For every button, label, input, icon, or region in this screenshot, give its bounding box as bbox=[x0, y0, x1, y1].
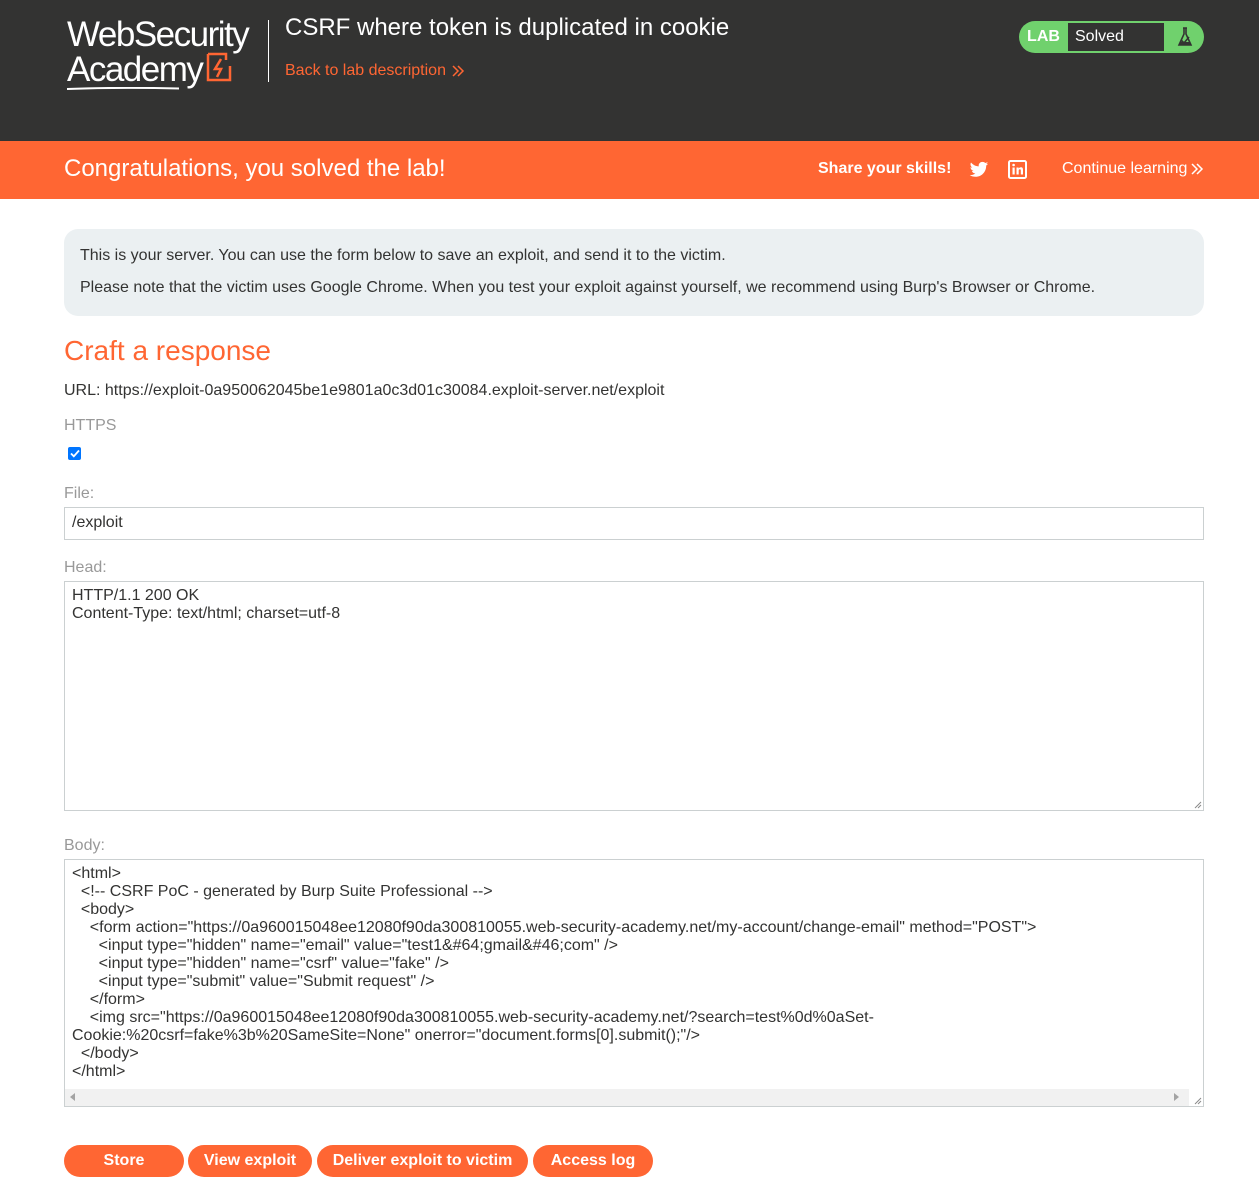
horizontal-scrollbar[interactable] bbox=[65, 1089, 1189, 1106]
resize-grip-icon[interactable] bbox=[1192, 1095, 1202, 1105]
continue-learning-label: Continue learning bbox=[1062, 160, 1188, 177]
solved-banner: Congratulations, you solved the lab! Sha… bbox=[0, 141, 1259, 199]
lab-status-badge: LAB Solved bbox=[1019, 21, 1204, 53]
head-textarea[interactable]: HTTP/1.1 200 OK Content-Type: text/html;… bbox=[64, 581, 1204, 811]
continue-learning-link[interactable]: Continue learning bbox=[1062, 160, 1204, 178]
file-label: File: bbox=[64, 485, 95, 502]
file-input[interactable]: /exploit bbox=[64, 507, 1204, 540]
logo-bolt-icon bbox=[206, 52, 232, 88]
flask-icon bbox=[1166, 21, 1204, 53]
congrats-message: Congratulations, you solved the lab! bbox=[64, 155, 446, 182]
logo-underline-icon bbox=[67, 87, 179, 90]
lab-status-value: Solved bbox=[1068, 21, 1166, 53]
deliver-exploit-button[interactable]: Deliver exploit to victim bbox=[317, 1145, 528, 1177]
info-line-2: Please note that the victim uses Google … bbox=[80, 279, 1096, 296]
checkmark-icon bbox=[69, 449, 80, 458]
twitter-icon[interactable] bbox=[969, 161, 989, 179]
server-info-box: This is your server. You can use the for… bbox=[64, 229, 1204, 316]
scroll-left-icon[interactable] bbox=[70, 1093, 75, 1101]
lab-title: CSRF where token is duplicated in cookie bbox=[285, 14, 730, 41]
double-chevron-right-icon bbox=[452, 65, 465, 77]
access-log-button[interactable]: Access log bbox=[533, 1145, 653, 1177]
share-skills-label: Share your skills! bbox=[818, 160, 952, 177]
page-title: Craft a response bbox=[64, 335, 271, 366]
lab-status-label: LAB bbox=[1027, 28, 1060, 45]
logo-line2: Academy bbox=[67, 50, 204, 89]
header-divider bbox=[268, 20, 269, 82]
double-chevron-right-icon bbox=[1191, 163, 1204, 175]
head-label: Head: bbox=[64, 559, 107, 576]
back-to-lab-link[interactable]: Back to lab description bbox=[285, 62, 465, 80]
view-exploit-button[interactable]: View exploit bbox=[188, 1145, 312, 1177]
exploit-url: URL: https://exploit-0a950062045be1e9801… bbox=[64, 382, 665, 399]
info-line-1: This is your server. You can use the for… bbox=[80, 247, 726, 264]
site-header: WebSecurity Academy CSRF where token is … bbox=[0, 0, 1259, 141]
back-link-label: Back to lab description bbox=[285, 62, 446, 79]
resize-grip-icon[interactable] bbox=[1192, 799, 1202, 809]
academy-logo[interactable]: WebSecurity Academy bbox=[67, 15, 267, 92]
linkedin-icon[interactable] bbox=[1008, 160, 1027, 179]
body-label: Body: bbox=[64, 837, 105, 854]
https-label: HTTPS bbox=[64, 417, 117, 434]
scroll-right-icon[interactable] bbox=[1174, 1093, 1179, 1101]
https-checkbox[interactable] bbox=[68, 447, 81, 460]
logo-line1: WebSecurity bbox=[67, 15, 250, 54]
store-button[interactable]: Store bbox=[64, 1145, 184, 1177]
body-textarea[interactable]: <html> <!-- CSRF PoC - generated by Burp… bbox=[64, 859, 1204, 1107]
